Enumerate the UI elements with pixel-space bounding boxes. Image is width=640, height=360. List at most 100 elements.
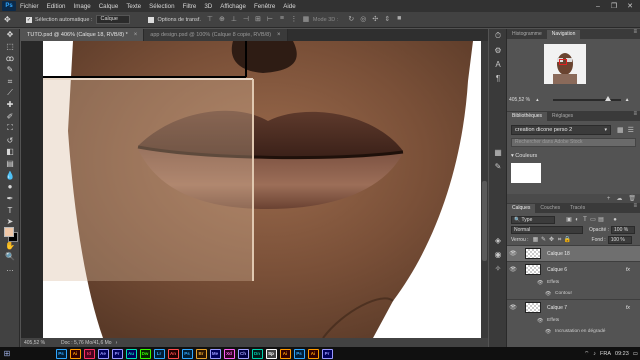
brush-tool-icon[interactable]: ✐ bbox=[0, 111, 20, 123]
navigator-zoom-value[interactable]: 405,52 % bbox=[509, 97, 530, 103]
cloud-icon[interactable]: ☁ bbox=[616, 195, 622, 202]
properties-panel-icon[interactable]: ⚙ bbox=[489, 43, 507, 57]
taskbar-app-icon[interactable]: Pr bbox=[111, 348, 123, 359]
zoom-out-icon[interactable]: ▴ bbox=[536, 97, 539, 103]
tab-navigator[interactable]: Navigation bbox=[546, 30, 581, 39]
filter-smart-icon[interactable]: ▤ bbox=[597, 216, 605, 224]
colors-section[interactable]: ▾ Couleurs bbox=[511, 153, 640, 159]
minimize-button[interactable]: – bbox=[590, 3, 606, 10]
tab-histogram[interactable]: Histogramme bbox=[507, 30, 547, 39]
document-canvas[interactable] bbox=[43, 41, 488, 338]
tab-adjustments[interactable]: Réglages bbox=[547, 112, 578, 121]
eyedropper-tool-icon[interactable]: ⟋ bbox=[0, 87, 20, 99]
align-top-icon[interactable]: ⊤ bbox=[205, 15, 215, 25]
opacity-input[interactable]: 100 % bbox=[611, 226, 636, 234]
lock-artboard-icon[interactable]: ⌗ bbox=[556, 236, 564, 244]
tab-tuto[interactable]: TUTO.psd @ 406% (Calque 18, RVB/8) * × bbox=[21, 29, 145, 41]
zoom-tool-icon[interactable]: 🔍 bbox=[0, 251, 20, 263]
visibility-eye-icon[interactable]: 👁 bbox=[507, 304, 519, 311]
taskbar-app-icon[interactable]: Dw bbox=[139, 348, 151, 359]
taskbar-app-icon[interactable]: Ai bbox=[307, 348, 319, 359]
tab-channels[interactable]: Couches bbox=[535, 204, 565, 213]
menu-affichage[interactable]: Affichage bbox=[220, 3, 246, 10]
canvas-scrollbar[interactable] bbox=[481, 41, 488, 338]
layer-name[interactable]: Calque 18 bbox=[547, 251, 570, 257]
close-tab-icon[interactable]: × bbox=[134, 29, 138, 41]
blend-mode-select[interactable]: Normal bbox=[511, 226, 583, 234]
layer-row-calque-6[interactable]: 👁 Calque 6 fx bbox=[507, 261, 640, 277]
filter-pixel-icon[interactable]: ▣ bbox=[565, 216, 573, 224]
slide-3d-icon[interactable]: ⇕ bbox=[382, 15, 392, 25]
panel-menu-icon[interactable]: ≡ bbox=[633, 29, 637, 35]
notification-icon[interactable]: ▭ bbox=[633, 351, 638, 357]
menu-fenetre[interactable]: Fenêtre bbox=[254, 3, 275, 10]
tab-layers[interactable]: Calques bbox=[507, 204, 536, 213]
move-tool-icon[interactable]: ✥ bbox=[0, 29, 20, 41]
filter-shape-icon[interactable]: ▭ bbox=[589, 216, 597, 224]
align-right-icon[interactable]: ⊢ bbox=[265, 15, 275, 25]
taskbar-app-icon[interactable]: Au bbox=[125, 348, 137, 359]
align-bottom-icon[interactable]: ⊥ bbox=[229, 15, 239, 25]
effects-eye-icon[interactable]: 👁 bbox=[537, 280, 547, 286]
taskbar-app-icon[interactable]: Ps bbox=[55, 348, 67, 359]
clone-stamp-tool-icon[interactable]: ⛶ bbox=[0, 123, 20, 135]
swatches-panel-icon[interactable]: ▦ bbox=[489, 145, 507, 159]
move-tool-icon[interactable]: ✥ bbox=[4, 15, 16, 25]
taskbar-app-icon[interactable]: Lr bbox=[153, 348, 165, 359]
transform-checkbox[interactable] bbox=[148, 16, 155, 23]
quick-select-tool-icon[interactable]: ✎ bbox=[0, 64, 20, 76]
menu-calque[interactable]: Calque bbox=[99, 3, 119, 10]
trash-icon[interactable]: 🗑 bbox=[628, 195, 636, 202]
taskbar-app-icon[interactable]: Ps bbox=[181, 348, 193, 359]
library-search-input[interactable]: Rechercher dans Adobe Stock bbox=[511, 138, 636, 147]
filter-toggle-icon[interactable]: ● bbox=[611, 216, 619, 224]
filter-type-icon[interactable]: T bbox=[581, 216, 589, 224]
filter-adjust-icon[interactable]: ◐ bbox=[573, 216, 581, 224]
tab-app-design[interactable]: app design.psd @ 100% (Calque 8 copie, R… bbox=[144, 29, 288, 41]
auto-align-icon[interactable]: ▦ bbox=[301, 15, 311, 25]
taskbar-app-icon[interactable]: Ai bbox=[69, 348, 81, 359]
menu-fichier[interactable]: Fichier bbox=[20, 3, 39, 10]
dodge-tool-icon[interactable]: ● bbox=[0, 181, 20, 193]
status-zoom[interactable]: 405,52 % bbox=[21, 340, 51, 346]
align-center-icon[interactable]: ⊞ bbox=[253, 15, 263, 25]
visibility-eye-icon[interactable]: 👁 bbox=[507, 250, 519, 257]
distribute-horizontal-icon[interactable]: ⋮ bbox=[289, 15, 299, 25]
menu-edition[interactable]: Edition bbox=[47, 3, 66, 10]
paragraph-panel-icon[interactable]: ¶ bbox=[489, 71, 507, 85]
lock-position-icon[interactable]: ✥ bbox=[548, 236, 556, 244]
panel-menu-icon[interactable]: ≡ bbox=[633, 203, 637, 209]
taskbar-app-icon[interactable]: Sp bbox=[265, 348, 277, 359]
lock-transparency-icon[interactable]: ▦ bbox=[532, 236, 540, 244]
taskbar-app-icon[interactable]: Me bbox=[209, 348, 221, 359]
layer-name[interactable]: Calque 6 bbox=[547, 267, 567, 273]
paths-panel-icon[interactable]: ✧ bbox=[489, 261, 507, 275]
network-icon[interactable]: ⌔ bbox=[584, 350, 589, 357]
taskbar-app-icon[interactable]: Id bbox=[83, 348, 95, 359]
layer-effect-item[interactable]: 👁 Contour bbox=[507, 288, 640, 299]
maximize-button[interactable]: ❐ bbox=[606, 2, 622, 10]
foreground-color-swatch[interactable] bbox=[4, 227, 14, 237]
align-left-icon[interactable]: ⊣ bbox=[241, 15, 251, 25]
effect-eye-icon[interactable]: 👁 bbox=[545, 329, 555, 335]
type-tool-icon[interactable]: T bbox=[0, 204, 20, 216]
taskbar-app-icon[interactable]: Dn bbox=[251, 348, 263, 359]
layer-filter-select[interactable]: 🔍 Type bbox=[511, 216, 555, 224]
brushes-panel-icon[interactable]: ✎ bbox=[489, 159, 507, 173]
tab-paths[interactable]: Tracés bbox=[565, 204, 590, 213]
taskbar-app-icon[interactable]: Ai bbox=[279, 348, 291, 359]
healing-brush-tool-icon[interactable]: ✚ bbox=[0, 99, 20, 111]
scrollbar-thumb[interactable] bbox=[482, 181, 487, 261]
panel-menu-icon[interactable]: ≡ bbox=[633, 111, 637, 117]
menu-image[interactable]: Image bbox=[74, 3, 91, 10]
layer-row-calque-7[interactable]: 👁 Calque 7 fx bbox=[507, 299, 640, 315]
menu-aide[interactable]: Aide bbox=[283, 3, 295, 10]
navigator-view-box[interactable] bbox=[559, 59, 567, 65]
zoom-slider[interactable] bbox=[552, 96, 621, 101]
taskbar-app-icon[interactable]: Br bbox=[195, 348, 207, 359]
scale-3d-icon[interactable]: ■ bbox=[394, 15, 404, 25]
roll-3d-icon[interactable]: ◎ bbox=[358, 15, 368, 25]
taskbar-app-icon[interactable]: An bbox=[167, 348, 179, 359]
layers-panel-icon[interactable]: ◈ bbox=[489, 233, 507, 247]
volume-icon[interactable]: ♪ bbox=[593, 351, 596, 357]
